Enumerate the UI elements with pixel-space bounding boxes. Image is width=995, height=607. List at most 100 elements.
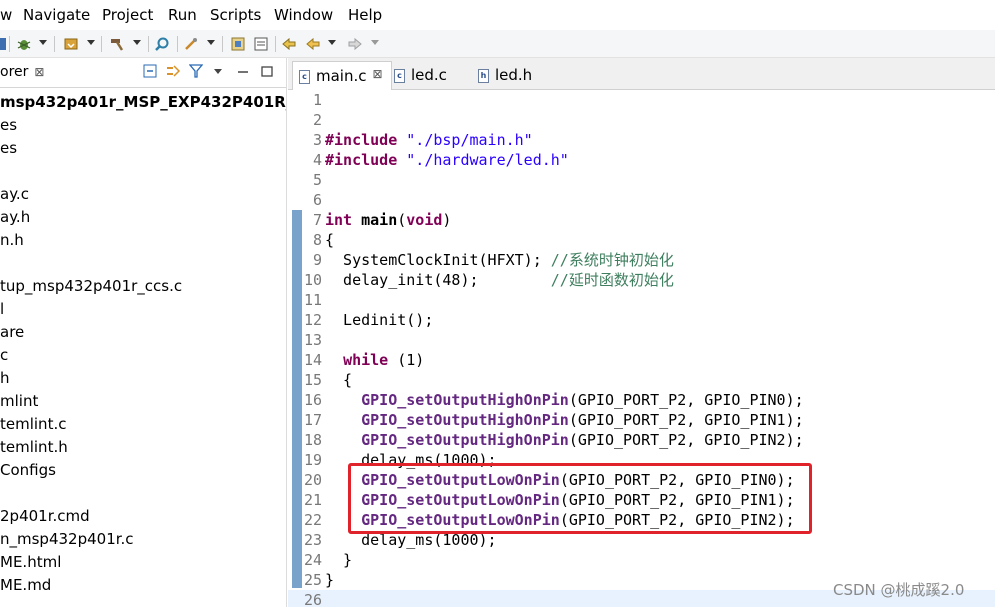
tree-item[interactable]: are (0, 321, 24, 343)
tree-item[interactable]: Configs (0, 459, 56, 481)
forward-dropdown-icon[interactable] (371, 40, 379, 45)
tree-item[interactable]: ay.c (0, 183, 29, 205)
close-icon[interactable]: ⊠ (34, 65, 44, 79)
flash-icon[interactable] (62, 35, 80, 53)
code-line[interactable]: 23 delay_ms(1000); (288, 530, 995, 550)
tools-icon[interactable] (182, 35, 200, 53)
tree-item[interactable]: ME.html (0, 551, 61, 573)
code-line[interactable]: 10 delay_init(48); //延时函数初始化 (288, 270, 995, 290)
code-token: (GPIO_PORT_P2, GPIO_PIN2); (568, 431, 804, 449)
c-file-icon: c (394, 69, 405, 83)
code-line[interactable]: 1 (288, 90, 995, 110)
tab-main-c[interactable]: c main.c ⊠ (292, 61, 392, 90)
code-line[interactable]: 9 SystemClockInit(HFXT); //系统时钟初始化 (288, 250, 995, 270)
code-text: delay_ms(1000); (325, 450, 496, 470)
collapse-all-icon[interactable] (143, 64, 157, 80)
code-area[interactable]: 1 2 3 #include "./bsp/main.h" 4 #include "./h… (288, 90, 995, 607)
menu-scripts[interactable]: Scripts (210, 6, 261, 24)
code-line[interactable]: 3 #include "./bsp/main.h" (288, 130, 995, 150)
code-token: (GPIO_PORT_P2, GPIO_PIN1); (559, 491, 795, 509)
tree-item[interactable]: temlint.c (0, 413, 66, 435)
flash-dropdown-icon[interactable] (87, 40, 95, 45)
back-arrow-icon[interactable] (304, 35, 322, 53)
menu-navigate[interactable]: Navigate (23, 6, 90, 24)
code-line[interactable]: 21 GPIO_setOutputLowOnPin(GPIO_PORT_P2, … (288, 490, 995, 510)
build-hammer-icon[interactable] (108, 35, 126, 53)
code-line[interactable]: 8{ (288, 230, 995, 250)
forward-arrow-icon[interactable] (346, 35, 364, 53)
code-line[interactable]: 19 delay_ms(1000); (288, 450, 995, 470)
code-token: ) (442, 211, 452, 229)
close-icon[interactable]: ⊠ (373, 67, 383, 81)
code-line[interactable]: 11 (288, 290, 995, 310)
tree-item[interactable]: l (0, 298, 4, 320)
toolbar-separator (54, 36, 55, 52)
tab-led-h[interactable]: h led.h (472, 61, 540, 90)
code-line[interactable]: 4 #include "./hardware/led.h" (288, 150, 995, 170)
tree-item[interactable]: temlint.h (0, 436, 68, 458)
link-editor-icon[interactable] (165, 64, 181, 80)
code-line[interactable]: 6 (288, 190, 995, 210)
code-line[interactable]: 24 } (288, 550, 995, 570)
tree-item[interactable]: h (0, 367, 10, 389)
code-line[interactable]: 7 int main(void) (288, 210, 995, 230)
code-line[interactable]: 22 GPIO_setOutputLowOnPin(GPIO_PORT_P2, … (288, 510, 995, 530)
menu-project[interactable]: Project (102, 6, 153, 24)
code-text: int main(void) (325, 210, 451, 230)
line-number: 14 (303, 351, 322, 369)
menu-window[interactable]: Window (274, 6, 333, 24)
tab-label: led.c (411, 66, 447, 84)
code-line[interactable]: 12 Ledinit(); (288, 310, 995, 330)
minimize-icon[interactable] (237, 64, 249, 80)
explorer-tab[interactable]: orer ⊠ (0, 58, 44, 88)
line-number: 16 (303, 391, 322, 409)
tree-item[interactable]: es (0, 137, 17, 159)
build-dropdown-icon[interactable] (133, 40, 141, 45)
menu-window-partial[interactable]: w (0, 6, 12, 24)
code-line[interactable]: 17 GPIO_setOutputHighOnPin(GPIO_PORT_P2,… (288, 410, 995, 430)
code-line[interactable]: 2 (288, 110, 995, 130)
back-dropdown-icon[interactable] (328, 40, 336, 45)
save-icon[interactable] (0, 35, 6, 53)
open-perspective-icon[interactable] (229, 35, 247, 53)
menu-run[interactable]: Run (168, 6, 197, 24)
debug-bug-icon[interactable] (15, 35, 33, 53)
code-line[interactable]: 16 GPIO_setOutputHighOnPin(GPIO_PORT_P2,… (288, 390, 995, 410)
code-line[interactable]: 15 { (288, 370, 995, 390)
terminal-icon[interactable] (252, 35, 270, 53)
code-token: delay_init(48); (325, 271, 551, 289)
code-token: "./bsp/main.h" (406, 131, 533, 149)
code-token: } (325, 551, 353, 569)
tree-item[interactable]: es (0, 114, 17, 136)
tree-item[interactable]: 2p401r.cmd (0, 505, 90, 527)
tree-item[interactable]: n_msp432p401r.c (0, 528, 134, 550)
menu-help[interactable]: Help (348, 6, 382, 24)
line-number: 23 (303, 531, 322, 549)
code-line[interactable]: 5 (288, 170, 995, 190)
tree-item[interactable]: msp432p401r_MSP_EXP432P401R_nor (0, 91, 286, 113)
code-line[interactable]: 14 while (1) (288, 350, 995, 370)
tree-item[interactable]: tup_msp432p401r_ccs.c (0, 275, 182, 297)
tree-item[interactable]: c (0, 344, 8, 366)
code-text: } (325, 550, 352, 570)
view-menu-icon[interactable] (213, 64, 223, 80)
tab-led-c[interactable]: c led.c (388, 61, 455, 90)
menu-bar: w Navigate Project Run Scripts Window He… (0, 0, 995, 30)
tab-label: led.h (495, 66, 533, 84)
last-edit-icon[interactable] (280, 35, 298, 53)
filter-icon[interactable] (188, 64, 204, 80)
maximize-icon[interactable] (261, 64, 273, 80)
tree-item[interactable]: ME.md (0, 574, 51, 596)
debug-dropdown-icon[interactable] (39, 40, 47, 45)
tree-item[interactable]: n.h (0, 229, 24, 251)
code-line[interactable]: 18 GPIO_setOutputHighOnPin(GPIO_PORT_P2,… (288, 430, 995, 450)
tree-item[interactable]: ay.h (0, 206, 30, 228)
tools-dropdown-icon[interactable] (207, 40, 215, 45)
code-token: #include (325, 131, 398, 149)
code-line[interactable]: 13 (288, 330, 995, 350)
code-line[interactable]: 20 GPIO_setOutputLowOnPin(GPIO_PORT_P2, … (288, 470, 995, 490)
search-icon[interactable] (153, 35, 171, 53)
tree-item[interactable]: mlint (0, 390, 38, 412)
